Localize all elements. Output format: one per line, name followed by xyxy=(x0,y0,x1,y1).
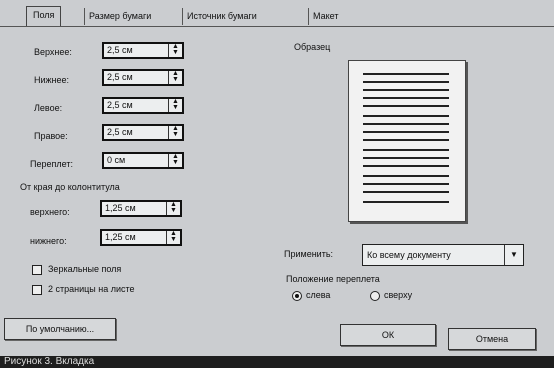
preview-text-line xyxy=(363,139,449,141)
apply-to-label: Применить: xyxy=(284,249,334,259)
margin-top-spinner[interactable]: 2,5 см ▲ ▼ xyxy=(102,42,184,59)
tab-strip: Поля Размер бумаги Источник бумаги Макет xyxy=(0,0,554,30)
preview-text-line xyxy=(363,157,449,159)
spin-arrows-icon[interactable]: ▲ ▼ xyxy=(168,70,182,84)
spin-arrows-icon[interactable]: ▲ ▼ xyxy=(166,230,180,244)
two-pages-label: 2 страницы на листе xyxy=(48,284,135,294)
default-button[interactable]: По умолчанию... xyxy=(4,318,116,340)
footer-distance-label: нижнего: xyxy=(30,236,67,246)
spin-arrows-icon[interactable]: ▲ ▼ xyxy=(168,153,182,167)
preview-page xyxy=(348,60,466,222)
preview-text-line xyxy=(363,73,449,75)
cancel-button[interactable]: Отмена xyxy=(448,328,536,350)
tab-margins[interactable]: Поля xyxy=(26,6,62,27)
header-distance-label: верхнего: xyxy=(30,207,70,217)
gutter-value: 0 см xyxy=(107,155,126,165)
tab-paper-size[interactable]: Размер бумаги xyxy=(84,8,151,25)
footer-distance-value: 1,25 см xyxy=(105,232,136,242)
preview-text-line xyxy=(363,123,449,125)
preview-text-line xyxy=(363,165,449,167)
preview-text-line xyxy=(363,81,449,83)
preview-title: Образец xyxy=(294,42,331,52)
preview-text-line xyxy=(363,105,449,107)
margin-left-label: Левое: xyxy=(34,103,63,113)
gutter-spinner[interactable]: 0 см ▲ ▼ xyxy=(102,152,184,169)
tab-layout[interactable]: Макет xyxy=(308,8,338,25)
gutter-label: Переплет: xyxy=(30,159,73,169)
preview-text-line xyxy=(363,201,449,203)
spin-arrows-icon[interactable]: ▲ ▼ xyxy=(166,201,180,215)
preview-text-line xyxy=(363,183,449,185)
spin-arrows-icon[interactable]: ▲ ▼ xyxy=(168,125,182,139)
spin-arrows-icon[interactable]: ▲ ▼ xyxy=(168,98,182,112)
margin-bottom-value: 2,5 см xyxy=(107,72,133,82)
apply-to-value: Ко всему документу xyxy=(367,250,451,260)
gutter-top-label: сверху xyxy=(384,290,413,300)
chevron-down-icon[interactable]: ▼ xyxy=(504,245,523,265)
apply-to-select[interactable]: Ко всему документу ▼ xyxy=(362,244,524,266)
margin-bottom-spinner[interactable]: 2,5 см ▲ ▼ xyxy=(102,69,184,86)
header-footer-title: От края до колонтитула xyxy=(20,182,120,192)
footer-distance-spinner[interactable]: 1,25 см ▲ ▼ xyxy=(100,229,182,246)
margin-top-value: 2,5 см xyxy=(107,45,133,55)
preview-text-line xyxy=(363,149,449,151)
preview-text-line xyxy=(363,97,449,99)
header-distance-value: 1,25 см xyxy=(105,203,136,213)
preview-text-line xyxy=(363,131,449,133)
two-pages-checkbox[interactable] xyxy=(32,285,42,295)
preview-text-line xyxy=(363,89,449,91)
margin-right-value: 2,5 см xyxy=(107,127,133,137)
header-distance-spinner[interactable]: 1,25 см ▲ ▼ xyxy=(100,200,182,217)
margin-left-value: 2,5 см xyxy=(107,100,133,110)
tab-paper-source[interactable]: Источник бумаги xyxy=(182,8,257,25)
margin-left-spinner[interactable]: 2,5 см ▲ ▼ xyxy=(102,97,184,114)
spin-arrows-icon[interactable]: ▲ ▼ xyxy=(168,43,182,57)
margin-top-label: Верхнее: xyxy=(34,47,72,57)
margin-right-spinner[interactable]: 2,5 см ▲ ▼ xyxy=(102,124,184,141)
ok-button[interactable]: ОК xyxy=(340,324,436,346)
preview-text-line xyxy=(363,191,449,193)
preview-text-line xyxy=(363,175,449,177)
margin-right-label: Правое: xyxy=(34,131,68,141)
gutter-left-label: слева xyxy=(306,290,331,300)
figure-caption: Рисунок 3. Вкладка xyxy=(0,356,554,368)
gutter-left-radio[interactable] xyxy=(292,291,302,301)
page-setup-dialog: Поля Размер бумаги Источник бумаги Макет… xyxy=(0,0,554,356)
preview-text-line xyxy=(363,115,449,117)
gutter-top-radio[interactable] xyxy=(370,291,380,301)
mirror-margins-label: Зеркальные поля xyxy=(48,264,122,274)
gutter-position-title: Положение переплета xyxy=(286,274,380,284)
tab-divider xyxy=(0,26,554,27)
margin-bottom-label: Нижнее: xyxy=(34,75,70,85)
mirror-margins-checkbox[interactable] xyxy=(32,265,42,275)
